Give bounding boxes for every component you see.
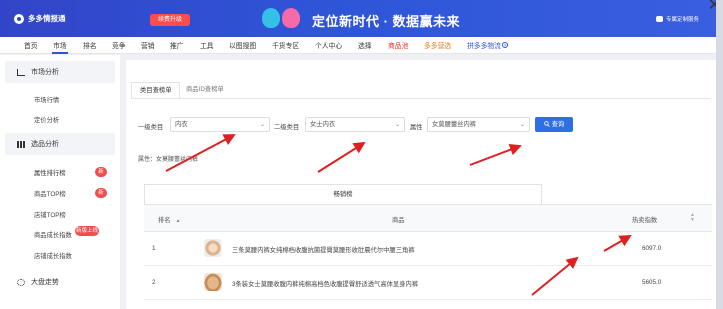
- table-row[interactable]: 2 3条装女士莫腰收腹内裤纯棉高档色收腹提臀舒适透气高体显身内裤 5605.0: [144, 266, 712, 300]
- product-thumbnail[interactable]: [204, 273, 222, 291]
- index-column-header: 热卖指数: [632, 217, 658, 224]
- product-title[interactable]: 3条装女士莫腰收腹内裤纯棉高档色收腹提臀舒适透气高体显身内裤: [232, 279, 418, 288]
- nav-item-personal-center[interactable]: 个人中心: [315, 40, 342, 50]
- nav-active-underline: [52, 52, 68, 54]
- bar-chart-icon: [17, 140, 25, 148]
- nav-item-market[interactable]: 市场: [53, 40, 67, 50]
- sidebar-item-product-top[interactable]: 商品TOP榜: [34, 189, 66, 198]
- table-header: 排名 ▲ 商品 热卖指数 ▲ ▼: [144, 205, 712, 232]
- scrollbar[interactable]: [716, 0, 723, 309]
- hot-index-cell: 5605.0: [642, 279, 662, 286]
- rank-cell: 2: [152, 279, 156, 286]
- sidebar-group-trend[interactable]: 大盘走势: [5, 271, 115, 293]
- nav-item-selection[interactable]: 选择: [358, 40, 372, 50]
- help-icon[interactable]: ?: [501, 42, 508, 48]
- table-row[interactable]: 1 三条莫腰内裤女纯棉档收腹抗菌提臀莫腰形收肚晨代尔中腰三角裤 6097.0: [144, 232, 712, 266]
- mascot-illustration: [262, 8, 300, 28]
- rank-header-label: 排名: [158, 217, 171, 224]
- trend-chart-icon: [17, 68, 25, 76]
- level1-category-select[interactable]: 内衣 ⌄: [170, 117, 270, 132]
- tab-category-ranking[interactable]: 类目查榜单: [131, 82, 181, 98]
- nav-item-image-search[interactable]: 以图搜图: [229, 40, 256, 50]
- chevron-down-icon: ⌄: [394, 122, 400, 128]
- new-badge: 新: [95, 167, 107, 177]
- blue-mascot-icon: [262, 8, 280, 28]
- app-window: 多多情报通 续费升级 定位新时代 · 数据赢未来 专属定制服务 ✕ 首页 市场 …: [0, 0, 723, 309]
- nav-item-marketing[interactable]: 营销: [141, 40, 155, 50]
- new-version-badge: 新版上线: [75, 226, 99, 236]
- sidebar-item-shop-growth[interactable]: 店铺成长指数: [34, 251, 72, 260]
- nav-item-pdd-logistics[interactable]: 拼多多物流?: [467, 40, 508, 50]
- rank-cell: 1: [152, 245, 156, 252]
- logo-text: 多多情报通: [28, 14, 66, 23]
- search-icon: [544, 121, 550, 127]
- tab-divider: [131, 98, 711, 99]
- pdd-logistics-label: 拼多多物流: [467, 43, 501, 50]
- attribute-select[interactable]: 女莫腰蕾丝内裤 ⌄: [427, 117, 530, 132]
- main-panel: 类目查榜单 商品ID查榜单 一级类目 内衣 ⌄ 二级类目 女士内衣 ⌄ 属性 女…: [126, 60, 716, 309]
- attribute-summary: 属性：女莫腰蕾丝内裤: [138, 157, 199, 163]
- sort-toggle-icon[interactable]: ▲ ▼: [690, 213, 695, 223]
- sidebar-item-shop-top[interactable]: 店铺TOP榜: [34, 210, 66, 219]
- product-column-header: 商品: [392, 217, 405, 224]
- chat-icon: [656, 16, 663, 22]
- chevron-down-icon: ⌄: [519, 122, 525, 128]
- banner-slogan: 定位新时代 · 数据赢未来: [312, 14, 461, 29]
- nav-item-competition[interactable]: 竞争: [112, 40, 126, 50]
- tab-product-id-ranking[interactable]: 商品ID查榜单: [178, 82, 232, 98]
- sidebar-group-label: 大盘走势: [31, 279, 59, 286]
- sidebar-item-pricing-analysis[interactable]: 定价分析: [34, 115, 59, 124]
- attribute-label: 属性: [410, 124, 423, 131]
- nav-item-product-pool[interactable]: 商品池: [388, 40, 408, 50]
- new-badge: 新: [95, 188, 107, 198]
- select-value: 女士内衣: [310, 121, 336, 128]
- sidebar-group-selection[interactable]: 选品分析: [5, 133, 115, 155]
- product-title[interactable]: 三条莫腰内裤女纯棉档收腹抗菌提臀莫腰形收肚晨代尔中腰三角裤: [232, 245, 415, 254]
- select-value: 内衣: [175, 121, 188, 128]
- query-label: 查询: [551, 121, 565, 128]
- renew-upgrade-button[interactable]: 续费升级: [150, 14, 190, 26]
- logo-icon: [14, 13, 24, 24]
- sidebar: 市场分析 市场行情 定价分析 选品分析 属性排行榜 新 商品TOP榜 新 店铺T…: [0, 55, 120, 309]
- sidebar-group-label: 选品分析: [31, 141, 59, 148]
- sidebar-item-market-quotes[interactable]: 市场行情: [34, 95, 59, 104]
- pink-mascot-icon: [282, 8, 300, 28]
- nav-item-tools[interactable]: 工具: [200, 40, 214, 50]
- sidebar-group-market[interactable]: 市场分析: [5, 61, 115, 83]
- chevron-down-icon: ⌄: [259, 122, 265, 128]
- custom-service-link[interactable]: 专属定制服务: [656, 15, 699, 23]
- select-value: 女莫腰蕾丝内裤: [432, 121, 477, 128]
- nav-item-home[interactable]: 首页: [24, 40, 38, 50]
- level2-category-label: 二级类目: [274, 124, 300, 131]
- rank-column-header[interactable]: 排名 ▲: [158, 215, 181, 224]
- tab-bestseller[interactable]: 畅销榜: [144, 184, 542, 204]
- logo[interactable]: 多多情报通: [14, 13, 66, 24]
- fan-icon: [17, 278, 25, 286]
- sidebar-item-product-growth[interactable]: 商品成长指数: [34, 230, 72, 239]
- level1-category-label: 一级类目: [138, 124, 164, 131]
- sidebar-item-attribute-ranking[interactable]: 属性排行榜: [34, 168, 65, 177]
- nav-item-promotion[interactable]: 推广: [170, 40, 184, 50]
- sidebar-group-label: 市场分析: [31, 69, 59, 76]
- level2-category-select[interactable]: 女士内衣 ⌄: [305, 117, 405, 132]
- product-thumbnail[interactable]: [204, 239, 222, 257]
- query-button[interactable]: 查询: [535, 117, 573, 132]
- hot-index-cell: 6097.0: [642, 245, 662, 252]
- sort-up-icon[interactable]: ▲: [176, 218, 181, 224]
- nav-item-duoduo-yingxuan[interactable]: 多多营选: [424, 40, 451, 50]
- service-label: 专属定制服务: [666, 17, 700, 23]
- nav-item-ranking[interactable]: 排名: [83, 40, 97, 50]
- main-nav: 首页 市场 排名 竞争 营销 推广 工具 以图搜图 千货专区 个人中心 选择 商…: [0, 37, 716, 54]
- nav-item-goods-zone[interactable]: 千货专区: [272, 40, 299, 50]
- top-banner: 多多情报通 续费升级 定位新时代 · 数据赢未来 专属定制服务: [0, 0, 716, 37]
- ranking-table: 畅销榜 排名 ▲ 商品 热卖指数 ▲ ▼ 1 三条莫腰内裤女纯棉档收腹抗菌提臀莫腰形…: [144, 184, 712, 309]
